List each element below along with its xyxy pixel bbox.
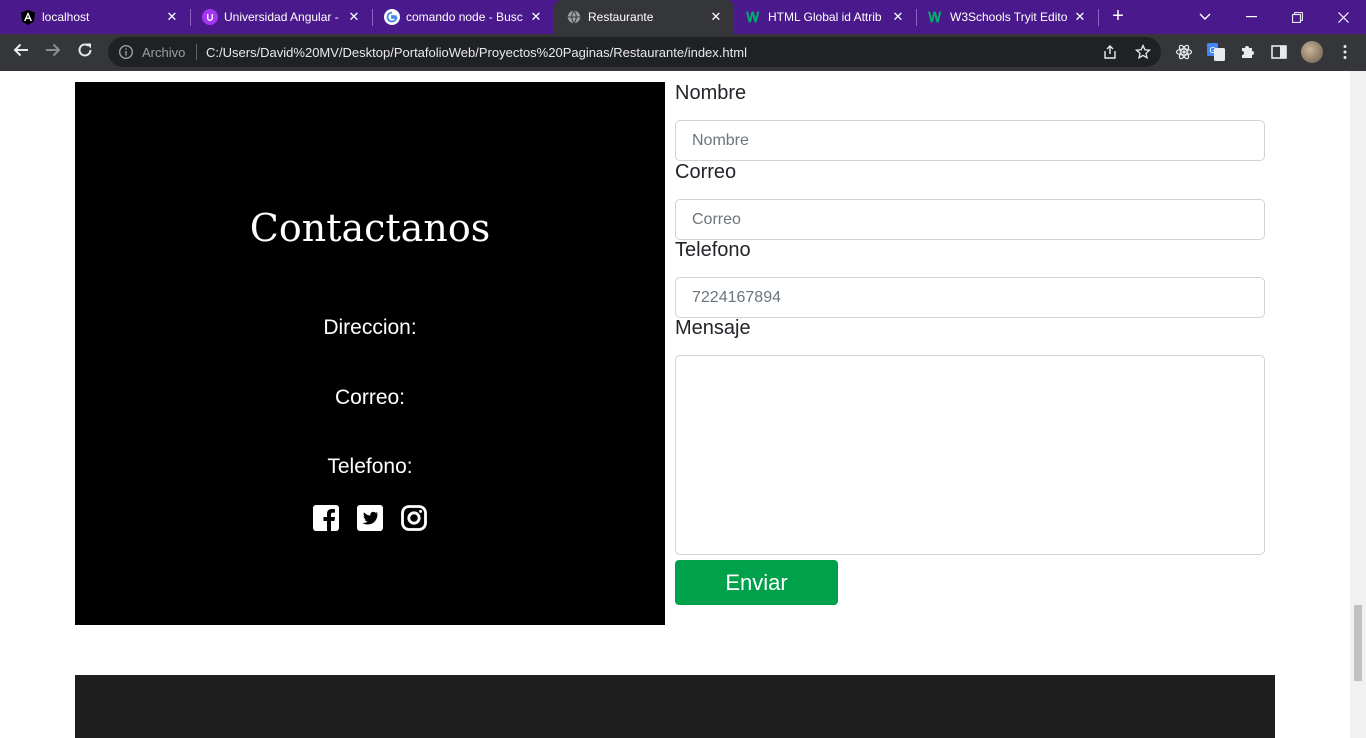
scheme-label: Archivo: [142, 45, 186, 60]
tab-divider: [1098, 9, 1099, 26]
extensions-puzzle-icon[interactable]: [1239, 43, 1257, 61]
browser-toolbar: Archivo C:/Users/David%20MV/Desktop/Port…: [0, 34, 1366, 71]
google-translate-icon[interactable]: G: [1207, 43, 1225, 61]
page-viewport: Contactanos Direccion: Correo: Telefono:…: [0, 71, 1350, 738]
tab-title: W3Schools Tryit Editor: [950, 10, 1068, 24]
nombre-input[interactable]: [675, 120, 1265, 161]
telefono-input[interactable]: [675, 277, 1265, 318]
more-menu-icon[interactable]: [1336, 43, 1354, 61]
tab-search-chevron-icon[interactable]: [1182, 0, 1228, 34]
mensaje-textarea[interactable]: [675, 355, 1265, 555]
close-icon[interactable]: ✕: [528, 9, 544, 25]
tab-html-global-id[interactable]: HTML Global id Attrib ✕: [734, 0, 916, 34]
mensaje-label: Mensaje: [675, 317, 751, 339]
tab-w3schools-tryit[interactable]: W3Schools Tryit Editor ✕: [916, 0, 1098, 34]
tab-title: comando node - Busc: [406, 10, 523, 24]
close-window-icon[interactable]: [1320, 0, 1366, 34]
w3schools-icon: [928, 9, 944, 25]
share-icon[interactable]: [1102, 44, 1118, 60]
footer: [75, 675, 1275, 738]
tab-restaurante[interactable]: Restaurante ✕: [554, 0, 734, 34]
close-icon[interactable]: ✕: [890, 9, 906, 25]
google-icon: [384, 9, 400, 25]
address-url[interactable]: C:/Users/David%20MV/Desktop/PortafolioWe…: [206, 45, 747, 60]
browser-tab-strip: localhost ✕ Universidad Angular - ✕ coma…: [0, 0, 1366, 34]
side-panel-icon[interactable]: [1270, 43, 1288, 61]
close-icon[interactable]: ✕: [346, 9, 362, 25]
close-icon[interactable]: ✕: [1072, 9, 1088, 25]
minimize-icon[interactable]: [1228, 0, 1274, 34]
address-bar[interactable]: Archivo C:/Users/David%20MV/Desktop/Port…: [108, 37, 1161, 67]
direccion-label: Direccion:: [323, 316, 417, 339]
instagram-icon[interactable]: [400, 504, 428, 532]
tab-comando-node[interactable]: comando node - Busc ✕: [372, 0, 554, 34]
contact-panel: Contactanos Direccion: Correo: Telefono:: [75, 82, 665, 625]
twitter-icon[interactable]: [356, 504, 384, 532]
page-scrollbar[interactable]: [1350, 71, 1366, 738]
close-icon[interactable]: ✕: [164, 9, 180, 25]
angular-icon: [20, 9, 36, 25]
correo-label: Correo:: [334, 386, 406, 409]
address-divider: [196, 44, 197, 60]
new-tab-plus-icon[interactable]: +: [1108, 6, 1128, 27]
restore-icon[interactable]: [1274, 0, 1320, 34]
correo-input[interactable]: [675, 199, 1265, 240]
udemy-icon: [202, 9, 218, 25]
tab-localhost[interactable]: localhost ✕: [8, 0, 190, 34]
contact-title: Contactanos: [249, 206, 491, 250]
tab-universidad-angular[interactable]: Universidad Angular - ✕: [190, 0, 372, 34]
close-icon[interactable]: ✕: [708, 9, 724, 25]
nombre-label: Nombre: [675, 82, 747, 104]
tab-title: Universidad Angular -: [224, 10, 339, 24]
reload-icon[interactable]: [74, 42, 96, 64]
tab-title: Restaurante: [588, 10, 654, 24]
facebook-icon[interactable]: [312, 504, 340, 532]
telefono-label: Telefono:: [327, 455, 413, 478]
enviar-button[interactable]: Enviar: [675, 560, 838, 605]
forward-arrow-icon[interactable]: [42, 42, 64, 64]
tab-title: HTML Global id Attrib: [768, 10, 882, 24]
social-links: [75, 504, 665, 532]
info-icon[interactable]: [118, 44, 134, 60]
telefono-label: Telefono: [675, 239, 751, 261]
w3schools-icon: [746, 9, 762, 25]
globe-icon: [566, 9, 582, 25]
correo-label: Correo: [675, 161, 737, 183]
svg-text:G: G: [1210, 46, 1216, 55]
star-icon[interactable]: [1134, 43, 1152, 60]
profile-avatar[interactable]: [1301, 41, 1323, 63]
react-devtools-icon[interactable]: [1175, 43, 1193, 61]
scrollbar-thumb[interactable]: [1354, 605, 1362, 681]
tab-title: localhost: [42, 10, 90, 24]
back-arrow-icon[interactable]: [10, 42, 32, 64]
